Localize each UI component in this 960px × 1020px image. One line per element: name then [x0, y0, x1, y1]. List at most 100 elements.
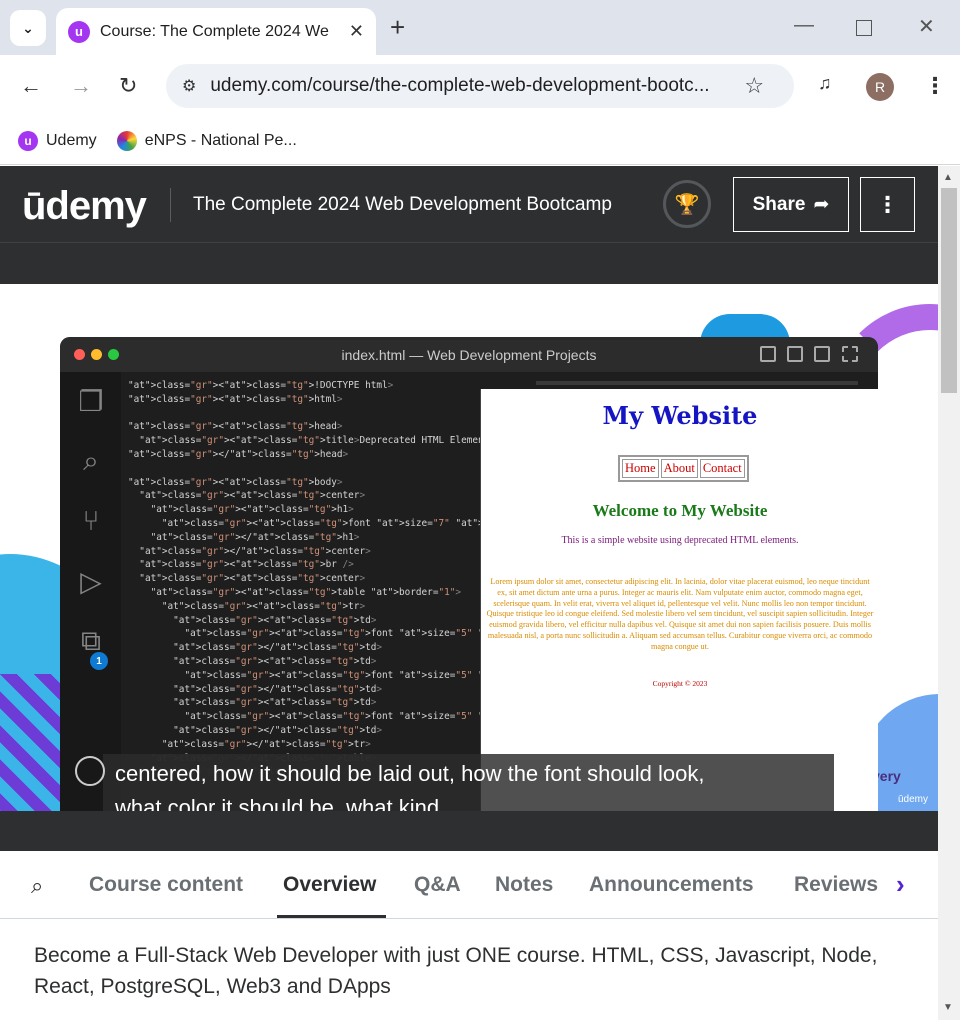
- enps-favicon-icon: [116, 130, 137, 151]
- editor-title: index.html — Web Development Projects: [60, 337, 878, 372]
- close-dot-icon: [74, 349, 85, 360]
- trophy-icon: 🏆: [674, 193, 700, 216]
- minimize-dot-icon: [91, 349, 102, 360]
- source-control-icon: ⑂: [82, 505, 100, 536]
- tab-search-button[interactable]: ⌄: [10, 10, 46, 46]
- code-line: "at">class="gr"><"at">class="tg">html>: [128, 393, 343, 405]
- activity-bar: ❐ ⌕ ⑂ ▷ ⧉ 1: [60, 372, 121, 811]
- udemy-favicon-icon: u: [18, 130, 38, 151]
- notification-badge: 1: [90, 652, 108, 670]
- search-icon: ⌕: [83, 444, 99, 476]
- search-icon[interactable]: ⌕: [31, 873, 43, 899]
- site-settings-icon[interactable]: ⚙: [182, 76, 196, 96]
- share-button[interactable]: Share ➦: [733, 177, 849, 232]
- zoom-dot-icon: [108, 349, 119, 360]
- code-text: "at">class="gr"><"at">class="tg">!DOCTYP…: [128, 379, 834, 779]
- code-line: "at">class="gr"><"at">class="tg">table "…: [150, 586, 462, 598]
- preview-nav-item: About: [660, 459, 698, 478]
- code-line: "at">class="gr"><"at">class="tg">br />: [139, 559, 354, 571]
- bookmark-label: eNPS - National Pe...: [144, 131, 297, 149]
- video-player[interactable]: very ūdemy index.html — Web Development …: [0, 284, 938, 811]
- course-header: ūdemy The Complete 2024 Web Development …: [0, 166, 938, 243]
- files-icon: ❐: [78, 385, 104, 417]
- tab-announcements[interactable]: Announcements: [589, 873, 754, 897]
- window-close-icon[interactable]: ✕: [918, 14, 935, 39]
- course-title[interactable]: The Complete 2024 Web Development Bootca…: [193, 194, 612, 216]
- media-control-icon[interactable]: ♫: [818, 73, 832, 94]
- url-text[interactable]: udemy.com/course/the-complete-web-develo…: [210, 75, 730, 97]
- layout-split-icon: [814, 346, 830, 362]
- scroll-up-icon[interactable]: ▲: [943, 172, 953, 183]
- code-line: "at">class="gr"><"at">class="tg">font "a…: [184, 669, 822, 681]
- divider: [170, 188, 171, 222]
- more-options-button[interactable]: ⋮: [860, 177, 915, 232]
- code-line: "at">class="gr"><"at">class="tg">title>D…: [139, 435, 766, 447]
- debug-icon: ▷: [80, 565, 102, 597]
- code-line: "at">class="gr"><"at">class="tg">tr>: [161, 600, 366, 612]
- course-description: Become a Full-Stack Web Developer with j…: [34, 944, 878, 998]
- editor-scrollbar: [536, 381, 858, 385]
- preview-copyright: Copyright © 2023: [652, 679, 708, 688]
- code-line: "at">class="gr"><"at">class="tg">!DOCTYP…: [128, 380, 394, 391]
- share-label: Share: [752, 193, 806, 215]
- bookmark-label: Udemy: [46, 131, 97, 149]
- bookmark-enps[interactable]: eNPS - National Pe...: [116, 130, 297, 151]
- header-band: [0, 243, 938, 284]
- minimize-icon[interactable]: —: [794, 14, 814, 37]
- bookmark-udemy[interactable]: u Udemy: [18, 130, 97, 151]
- code-line: "at">class="gr"><"at">class="tg">h1>: [150, 504, 354, 516]
- tab-reviews[interactable]: Reviews: [794, 873, 878, 897]
- chevron-right-icon[interactable]: ›: [896, 869, 905, 900]
- maximize-icon[interactable]: [856, 20, 872, 36]
- scrollbar-thumb[interactable]: [941, 188, 957, 393]
- udemy-favicon-icon: u: [68, 20, 90, 43]
- close-icon[interactable]: ✕: [349, 21, 364, 42]
- code-line: "at">class="gr"><"at">class="tg">font "a…: [184, 711, 833, 723]
- code-line: "at">class="gr"></"at">class="tg">center…: [139, 545, 371, 557]
- reload-icon[interactable]: ↻: [119, 73, 137, 99]
- scroll-down-icon[interactable]: ▼: [943, 1002, 953, 1013]
- preview-title: My Website: [602, 401, 758, 430]
- vertical-dots-icon: ⋮: [876, 191, 899, 217]
- caption-line: what color it should be, what kind: [115, 795, 440, 811]
- code-line: "at">class="gr"></"at">class="tg">td>: [173, 724, 383, 736]
- browser-tab[interactable]: u Course: The Complete 2024 We ✕: [56, 8, 376, 55]
- tab-qa[interactable]: Q&A: [414, 873, 461, 897]
- chevron-down-icon: ⌄: [22, 19, 34, 36]
- code-line: "at">class="gr"></"at">class="tg">h1>: [150, 531, 360, 543]
- new-tab-button[interactable]: +: [390, 12, 405, 43]
- preview-nav-item: Home: [622, 459, 659, 478]
- forward-arrow-icon[interactable]: →: [70, 73, 92, 99]
- udemy-logo[interactable]: ūdemy: [22, 184, 147, 229]
- browser-menu-icon[interactable]: ⋮: [924, 73, 946, 99]
- bookmark-star-icon[interactable]: ☆: [744, 73, 764, 99]
- code-editor-window: index.html — Web Development Projects ❐ …: [60, 337, 878, 811]
- tab-notes[interactable]: Notes: [495, 873, 553, 897]
- code-line: "at">class="gr"><"at">class="tg">font "a…: [161, 517, 834, 529]
- tab-title: Course: The Complete 2024 We: [100, 22, 329, 40]
- video-bottom-band: [0, 811, 938, 851]
- course-tabs: ⌕ Course content Overview Q&A Notes Anno…: [0, 851, 938, 919]
- progress-trophy-button[interactable]: 🏆: [663, 180, 711, 228]
- preview-subtitle: This is a simple website using deprecate…: [561, 535, 799, 546]
- preview-welcome: Welcome to My Website: [592, 501, 768, 520]
- preview-paragraph: Lorem ipsum dolor sit amet, consectetur …: [486, 577, 874, 651]
- tab-overview[interactable]: Overview: [283, 873, 376, 897]
- code-line: "at">class="gr"></"at">class="tg">tr>: [161, 738, 371, 750]
- address-bar[interactable]: ⚙ udemy.com/course/the-complete-web-deve…: [166, 64, 794, 108]
- browser-tab-strip: ⌄ u Course: The Complete 2024 We ✕ + — ✕: [0, 0, 960, 55]
- page-scrollbar[interactable]: ▲ ▼: [938, 166, 960, 1020]
- share-arrow-icon: ➦: [813, 194, 830, 215]
- browser-preview: My Website Home About Contact Welcome to…: [480, 389, 878, 811]
- back-arrow-icon[interactable]: ←: [20, 73, 42, 99]
- code-line: "at">class="gr"></"at">class="tg">td>: [173, 642, 383, 654]
- tab-course-content[interactable]: Course content: [89, 873, 243, 897]
- layout-grid-icon: [842, 346, 858, 362]
- preview-nav-item: Contact: [699, 459, 745, 478]
- profile-avatar[interactable]: R: [866, 73, 894, 101]
- code-line: "at">class="gr"><"at">class="tg">center>: [139, 490, 366, 502]
- code-line: "at">class="gr"><"at">class="tg">font "a…: [184, 628, 816, 640]
- user-icon: [75, 756, 105, 786]
